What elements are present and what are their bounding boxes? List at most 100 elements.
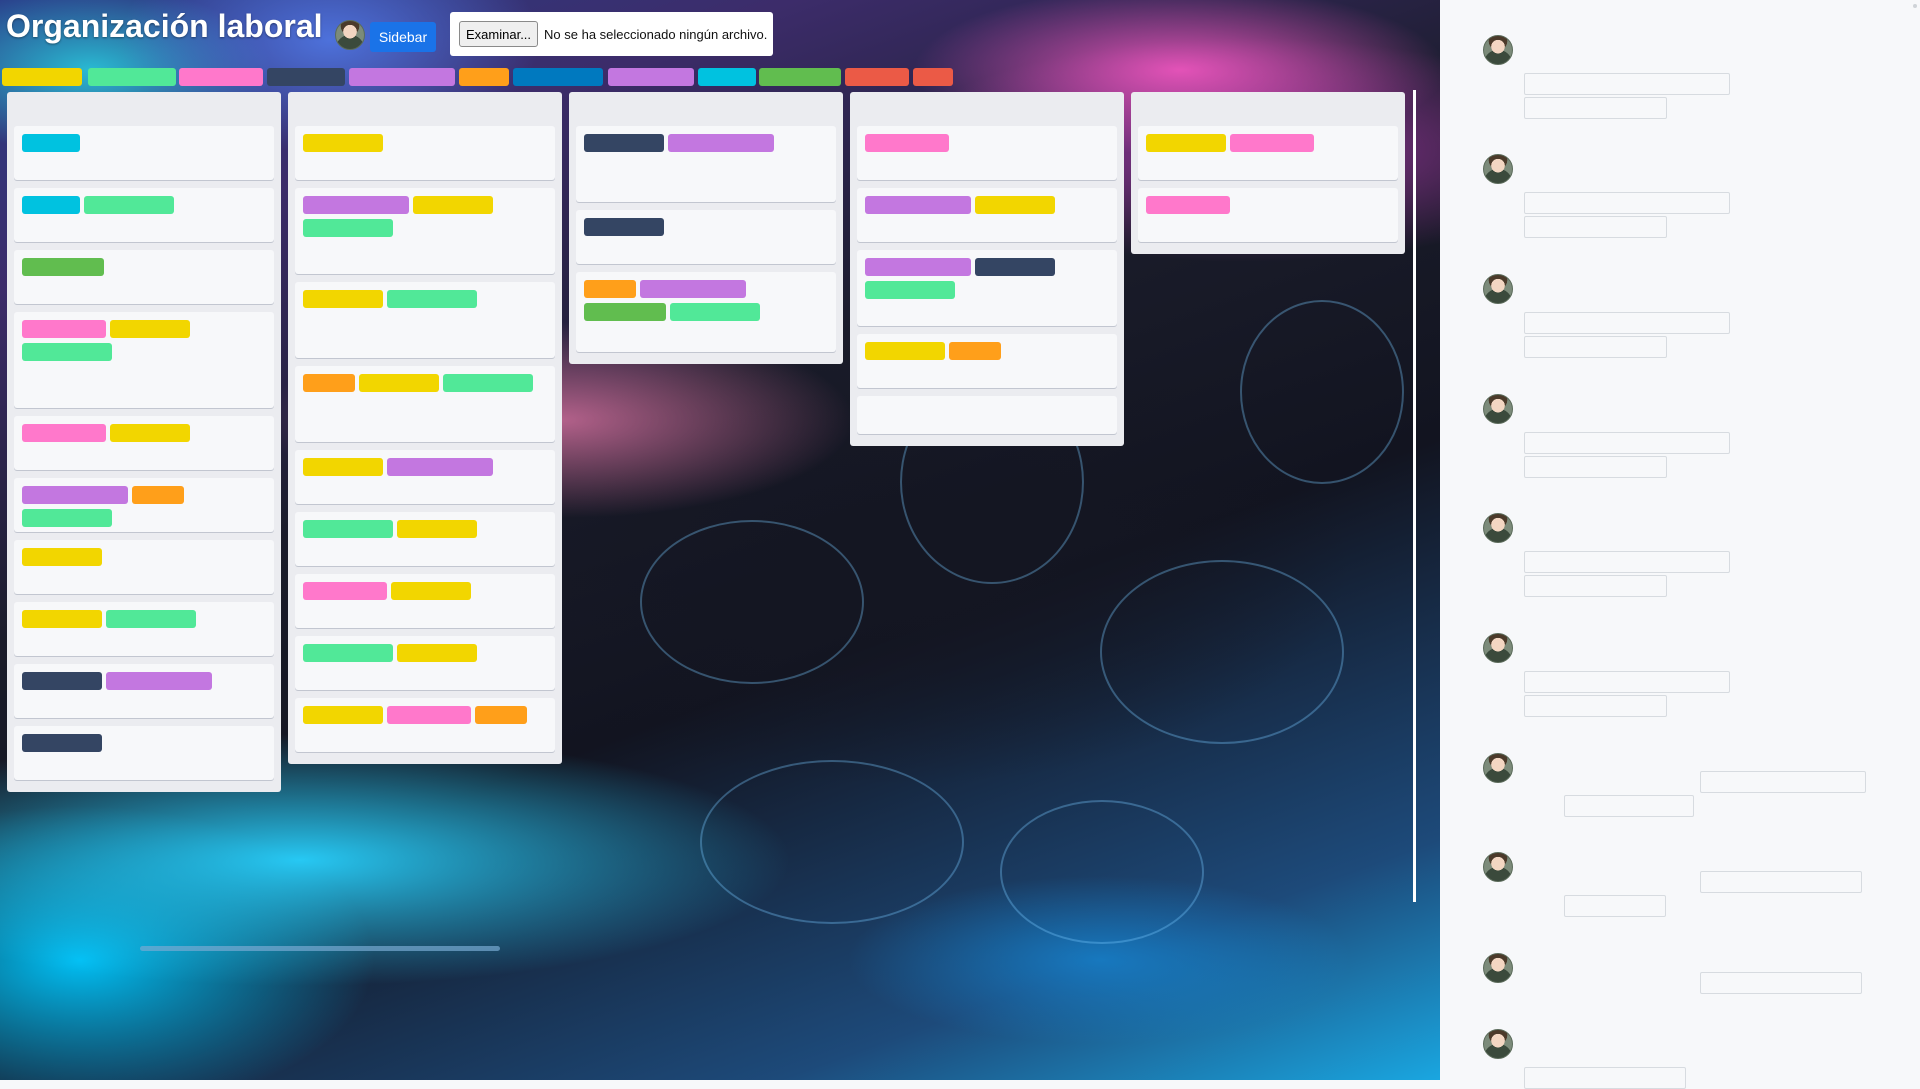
card-label-green [22, 509, 112, 527]
list-header[interactable] [7, 92, 281, 120]
card-label-green [22, 343, 112, 361]
card-label-green [303, 219, 393, 237]
list-card[interactable] [14, 540, 274, 594]
label-filter-red[interactable] [913, 68, 953, 86]
activity-entry-placeholder [1524, 336, 1667, 358]
list-card[interactable] [14, 726, 274, 780]
card-label-navy [22, 672, 102, 690]
list-card[interactable] [14, 126, 274, 180]
list-card[interactable] [295, 188, 555, 274]
list-card[interactable] [857, 396, 1117, 434]
file-upload-field: Examinar... No se ha seleccionado ningún… [450, 12, 773, 56]
activity-entry-placeholder [1524, 192, 1730, 214]
activity-entry-placeholder [1524, 216, 1667, 238]
card-label-yellow [22, 610, 102, 628]
label-filter-purple[interactable] [608, 68, 694, 86]
card-label-purple [640, 280, 746, 298]
card-label-purple [865, 258, 971, 276]
label-filter-pink[interactable] [179, 68, 263, 86]
list-card[interactable] [1138, 126, 1398, 180]
card-label-orange [132, 486, 184, 504]
list-header[interactable] [850, 92, 1124, 120]
list-card[interactable] [14, 602, 274, 656]
board-list [1131, 92, 1405, 254]
activity-entry-placeholder [1700, 771, 1866, 793]
file-status-text: No se ha seleccionado ningún archivo. [544, 26, 768, 42]
list-header[interactable] [288, 92, 562, 120]
list-card[interactable] [14, 188, 274, 242]
card-label-yellow [303, 290, 383, 308]
list-card[interactable] [14, 250, 274, 304]
activity-entry-placeholder [1524, 695, 1667, 717]
background-texture [640, 520, 864, 684]
card-label-purple [303, 196, 409, 214]
card-label-yellow [303, 458, 383, 476]
board-divider [1413, 90, 1416, 902]
activity-entry-placeholder [1564, 895, 1666, 917]
list-card[interactable] [295, 512, 555, 566]
list-card[interactable] [295, 636, 555, 690]
label-filter-sky[interactable] [698, 68, 756, 86]
label-filter-yellow[interactable] [2, 68, 82, 86]
user-avatar-icon[interactable] [335, 20, 365, 50]
label-filter-blue[interactable] [513, 68, 603, 86]
sidebar-toggle-button[interactable]: Sidebar [370, 22, 436, 52]
list-card[interactable] [295, 698, 555, 752]
activity-entry-placeholder [1524, 551, 1730, 573]
background-texture [1240, 300, 1404, 484]
card-label-purple [22, 486, 128, 504]
label-filter-lime[interactable] [759, 68, 841, 86]
card-label-green [443, 374, 533, 392]
card-label-green [303, 520, 393, 538]
background-texture [1100, 560, 1344, 744]
activity-entry-placeholder [1524, 1067, 1686, 1089]
browse-file-button[interactable]: Examinar... [459, 21, 539, 47]
list-card[interactable] [295, 126, 555, 180]
user-avatar-icon [1483, 953, 1513, 983]
card-label-pink [865, 134, 949, 152]
list-header[interactable] [1131, 92, 1405, 120]
label-filter-red[interactable] [845, 68, 909, 86]
card-label-green [106, 610, 196, 628]
list-card[interactable] [576, 126, 836, 202]
list-card[interactable] [14, 664, 274, 718]
list-card[interactable] [295, 574, 555, 628]
card-label-pink [1146, 196, 1230, 214]
card-label-green [303, 644, 393, 662]
card-label-navy [22, 734, 102, 752]
card-label-green [387, 290, 477, 308]
card-label-yellow [22, 548, 102, 566]
card-label-yellow [397, 520, 477, 538]
card-label-pink [1230, 134, 1314, 152]
list-card[interactable] [295, 450, 555, 504]
list-card[interactable] [576, 210, 836, 264]
background-texture [1000, 800, 1204, 944]
user-avatar-icon [1483, 154, 1513, 184]
list-card[interactable] [1138, 188, 1398, 242]
list-card[interactable] [857, 334, 1117, 388]
board-list [850, 92, 1124, 446]
list-card[interactable] [14, 416, 274, 470]
label-filter-purple[interactable] [349, 68, 455, 86]
background-texture [700, 760, 964, 924]
user-avatar-icon [1483, 513, 1513, 543]
horizontal-scrollbar[interactable] [140, 946, 500, 951]
list-card[interactable] [295, 282, 555, 358]
list-card[interactable] [857, 250, 1117, 326]
label-filter-navy[interactable] [267, 68, 345, 86]
list-card[interactable] [857, 126, 1117, 180]
list-card[interactable] [857, 188, 1117, 242]
list-card[interactable] [295, 366, 555, 442]
scrollbar-indicator[interactable] [1913, 4, 1917, 8]
card-label-pink [22, 424, 106, 442]
card-label-navy [584, 218, 664, 236]
list-card[interactable] [14, 312, 274, 408]
list-card[interactable] [14, 478, 274, 532]
label-filter-green[interactable] [88, 68, 176, 86]
label-filter-orange[interactable] [459, 68, 509, 86]
activity-entry-placeholder [1524, 97, 1667, 119]
list-card[interactable] [576, 272, 836, 352]
card-label-yellow [975, 196, 1055, 214]
list-header[interactable] [569, 92, 843, 120]
user-avatar-icon [1483, 394, 1513, 424]
